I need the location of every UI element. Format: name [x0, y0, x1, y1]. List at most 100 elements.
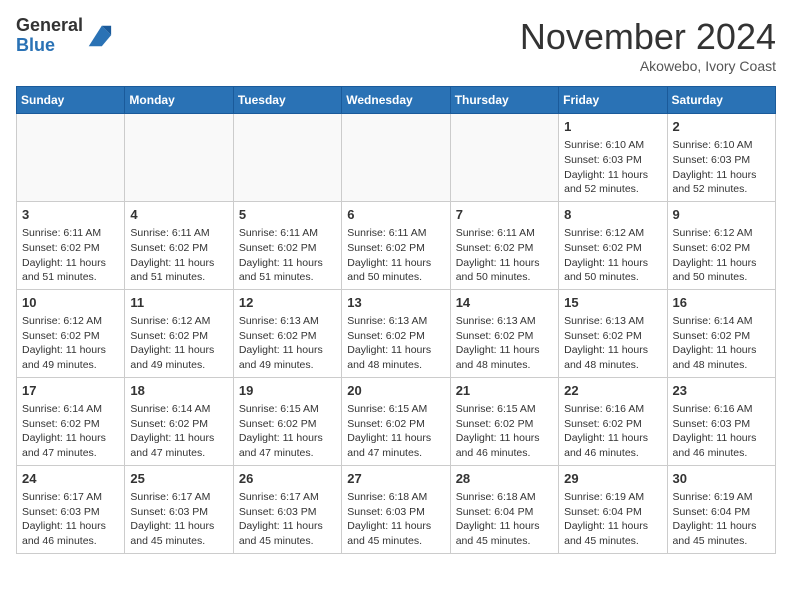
- day-info: Sunrise: 6:15 AM Sunset: 6:02 PM Dayligh…: [456, 402, 553, 461]
- day-info: Sunrise: 6:13 AM Sunset: 6:02 PM Dayligh…: [564, 314, 661, 373]
- day-number: 19: [239, 382, 336, 400]
- calendar-cell: 1 Sunrise: 6:10 AM Sunset: 6:03 PM Daylig…: [559, 114, 667, 202]
- calendar-cell: 13Sunrise: 6:13 AM Sunset: 6:02 PM Dayli…: [342, 289, 450, 377]
- calendar-cell: 16 Sunrise: 6:14 AM Sunset: 6:02 PM Dayli…: [667, 289, 775, 377]
- calendar-body: 1 Sunrise: 6:10 AM Sunset: 6:03 PM Daylig…: [17, 114, 776, 554]
- day-info: Sunrise: 6:11 AM Sunset: 6:02 PM Dayligh…: [456, 226, 553, 285]
- day-info: Sunrise: 6:10 AM Sunset: 6:03 PM Dayligh…: [673, 138, 770, 197]
- location: Akowebo, Ivory Coast: [520, 58, 776, 74]
- day-info: Sunrise: 6:16 AM Sunset: 6:02 PM Dayligh…: [564, 402, 661, 461]
- calendar-cell: [342, 114, 450, 202]
- logo: General Blue: [16, 16, 113, 56]
- logo-icon: [85, 22, 113, 50]
- day-number: 12: [239, 294, 336, 312]
- day-info: Sunrise: 6:11 AM Sunset: 6:02 PM Dayligh…: [347, 226, 444, 285]
- day-number: 2: [673, 118, 770, 136]
- day-number: 1: [564, 118, 661, 136]
- day-number: 27: [347, 470, 444, 488]
- calendar-cell: [233, 114, 341, 202]
- calendar-cell: 30Sunrise: 6:19 AM Sunset: 6:04 PM Dayli…: [667, 465, 775, 553]
- calendar-cell: 18 Sunrise: 6:14 AM Sunset: 6:02 PM Dayli…: [125, 377, 233, 465]
- calendar-cell: 29 Sunrise: 6:19 AM Sunset: 6:04 PM Dayli…: [559, 465, 667, 553]
- calendar-cell: [125, 114, 233, 202]
- calendar-cell: 25Sunrise: 6:17 AM Sunset: 6:03 PM Dayli…: [125, 465, 233, 553]
- weekday-header-monday: Monday: [125, 87, 233, 114]
- day-info: Sunrise: 6:19 AM Sunset: 6:04 PM Dayligh…: [673, 490, 770, 549]
- day-number: 11: [130, 294, 227, 312]
- calendar-cell: 22 Sunrise: 6:16 AM Sunset: 6:02 PM Dayli…: [559, 377, 667, 465]
- day-number: 10: [22, 294, 119, 312]
- calendar-header: SundayMondayTuesdayWednesdayThursdayFrid…: [17, 87, 776, 114]
- day-info: Sunrise: 6:15 AM Sunset: 6:02 PM Dayligh…: [347, 402, 444, 461]
- day-number: 6: [347, 206, 444, 224]
- day-info: Sunrise: 6:14 AM Sunset: 6:02 PM Dayligh…: [673, 314, 770, 373]
- calendar-cell: 19 Sunrise: 6:15 AM Sunset: 6:02 PM Dayli…: [233, 377, 341, 465]
- day-number: 7: [456, 206, 553, 224]
- calendar-week-1: 1 Sunrise: 6:10 AM Sunset: 6:03 PM Daylig…: [17, 114, 776, 202]
- day-number: 29: [564, 470, 661, 488]
- day-info: Sunrise: 6:12 AM Sunset: 6:02 PM Dayligh…: [130, 314, 227, 373]
- calendar-cell: 7 Sunrise: 6:11 AM Sunset: 6:02 PM Daylig…: [450, 201, 558, 289]
- day-info: Sunrise: 6:18 AM Sunset: 6:03 PM Dayligh…: [347, 490, 444, 549]
- day-number: 15: [564, 294, 661, 312]
- calendar-cell: 9Sunrise: 6:12 AM Sunset: 6:02 PM Daylig…: [667, 201, 775, 289]
- day-info: Sunrise: 6:13 AM Sunset: 6:02 PM Dayligh…: [239, 314, 336, 373]
- calendar-cell: 10Sunrise: 6:12 AM Sunset: 6:02 PM Dayli…: [17, 289, 125, 377]
- calendar-week-2: 3 Sunrise: 6:11 AM Sunset: 6:02 PM Daylig…: [17, 201, 776, 289]
- weekday-header-saturday: Saturday: [667, 87, 775, 114]
- weekday-header-friday: Friday: [559, 87, 667, 114]
- calendar-cell: 26 Sunrise: 6:17 AM Sunset: 6:03 PM Dayli…: [233, 465, 341, 553]
- day-number: 3: [22, 206, 119, 224]
- day-info: Sunrise: 6:12 AM Sunset: 6:02 PM Dayligh…: [673, 226, 770, 285]
- day-info: Sunrise: 6:19 AM Sunset: 6:04 PM Dayligh…: [564, 490, 661, 549]
- day-info: Sunrise: 6:16 AM Sunset: 6:03 PM Dayligh…: [673, 402, 770, 461]
- day-info: Sunrise: 6:10 AM Sunset: 6:03 PM Dayligh…: [564, 138, 661, 197]
- day-number: 17: [22, 382, 119, 400]
- day-number: 22: [564, 382, 661, 400]
- day-number: 21: [456, 382, 553, 400]
- day-number: 23: [673, 382, 770, 400]
- day-number: 24: [22, 470, 119, 488]
- page-header: General Blue November 2024 Akowebo, Ivor…: [16, 16, 776, 74]
- weekday-header-thursday: Thursday: [450, 87, 558, 114]
- day-info: Sunrise: 6:15 AM Sunset: 6:02 PM Dayligh…: [239, 402, 336, 461]
- day-info: Sunrise: 6:13 AM Sunset: 6:02 PM Dayligh…: [456, 314, 553, 373]
- calendar-cell: 6 Sunrise: 6:11 AM Sunset: 6:02 PM Daylig…: [342, 201, 450, 289]
- weekday-header-tuesday: Tuesday: [233, 87, 341, 114]
- calendar-cell: 8Sunrise: 6:12 AM Sunset: 6:02 PM Daylig…: [559, 201, 667, 289]
- month-title: November 2024: [520, 16, 776, 58]
- day-info: Sunrise: 6:14 AM Sunset: 6:02 PM Dayligh…: [130, 402, 227, 461]
- day-number: 14: [456, 294, 553, 312]
- calendar-cell: 12 Sunrise: 6:13 AM Sunset: 6:02 PM Dayli…: [233, 289, 341, 377]
- title-block: November 2024 Akowebo, Ivory Coast: [520, 16, 776, 74]
- day-number: 18: [130, 382, 227, 400]
- calendar-cell: [17, 114, 125, 202]
- day-info: Sunrise: 6:11 AM Sunset: 6:02 PM Dayligh…: [239, 226, 336, 285]
- calendar-cell: 20 Sunrise: 6:15 AM Sunset: 6:02 PM Dayli…: [342, 377, 450, 465]
- day-info: Sunrise: 6:17 AM Sunset: 6:03 PM Dayligh…: [130, 490, 227, 549]
- calendar-week-3: 10 Sunrise: 6:12 AM Sunset: 6:02 PM Dayli…: [17, 289, 776, 377]
- calendar-week-4: 17 Sunrise: 6:14 AM Sunset: 6:02 PM Dayli…: [17, 377, 776, 465]
- calendar-cell: 28Sunrise: 6:18 AM Sunset: 6:04 PM Dayli…: [450, 465, 558, 553]
- logo-general: General Blue: [16, 16, 83, 56]
- day-info: Sunrise: 6:13 AM Sunset: 6:02 PM Dayligh…: [347, 314, 444, 373]
- calendar-cell: 24Sunrise: 6:17 AM Sunset: 6:03 PM Dayli…: [17, 465, 125, 553]
- day-info: Sunrise: 6:17 AM Sunset: 6:03 PM Dayligh…: [239, 490, 336, 549]
- day-number: 26: [239, 470, 336, 488]
- calendar-cell: 27 Sunrise: 6:18 AM Sunset: 6:03 PM Dayli…: [342, 465, 450, 553]
- calendar-cell: 21 Sunrise: 6:15 AM Sunset: 6:02 PM Dayli…: [450, 377, 558, 465]
- calendar-cell: 4Sunrise: 6:11 AM Sunset: 6:02 PM Daylig…: [125, 201, 233, 289]
- day-number: 28: [456, 470, 553, 488]
- calendar-table: SundayMondayTuesdayWednesdayThursdayFrid…: [16, 86, 776, 554]
- calendar-cell: 2 Sunrise: 6:10 AM Sunset: 6:03 PM Daylig…: [667, 114, 775, 202]
- weekday-header-wednesday: Wednesday: [342, 87, 450, 114]
- day-number: 16: [673, 294, 770, 312]
- day-info: Sunrise: 6:11 AM Sunset: 6:02 PM Dayligh…: [130, 226, 227, 285]
- weekday-header-row: SundayMondayTuesdayWednesdayThursdayFrid…: [17, 87, 776, 114]
- weekday-header-sunday: Sunday: [17, 87, 125, 114]
- calendar-cell: 14 Sunrise: 6:13 AM Sunset: 6:02 PM Dayli…: [450, 289, 558, 377]
- calendar-cell: 23 Sunrise: 6:16 AM Sunset: 6:03 PM Dayli…: [667, 377, 775, 465]
- calendar-cell: 11 Sunrise: 6:12 AM Sunset: 6:02 PM Dayli…: [125, 289, 233, 377]
- day-number: 20: [347, 382, 444, 400]
- calendar-cell: [450, 114, 558, 202]
